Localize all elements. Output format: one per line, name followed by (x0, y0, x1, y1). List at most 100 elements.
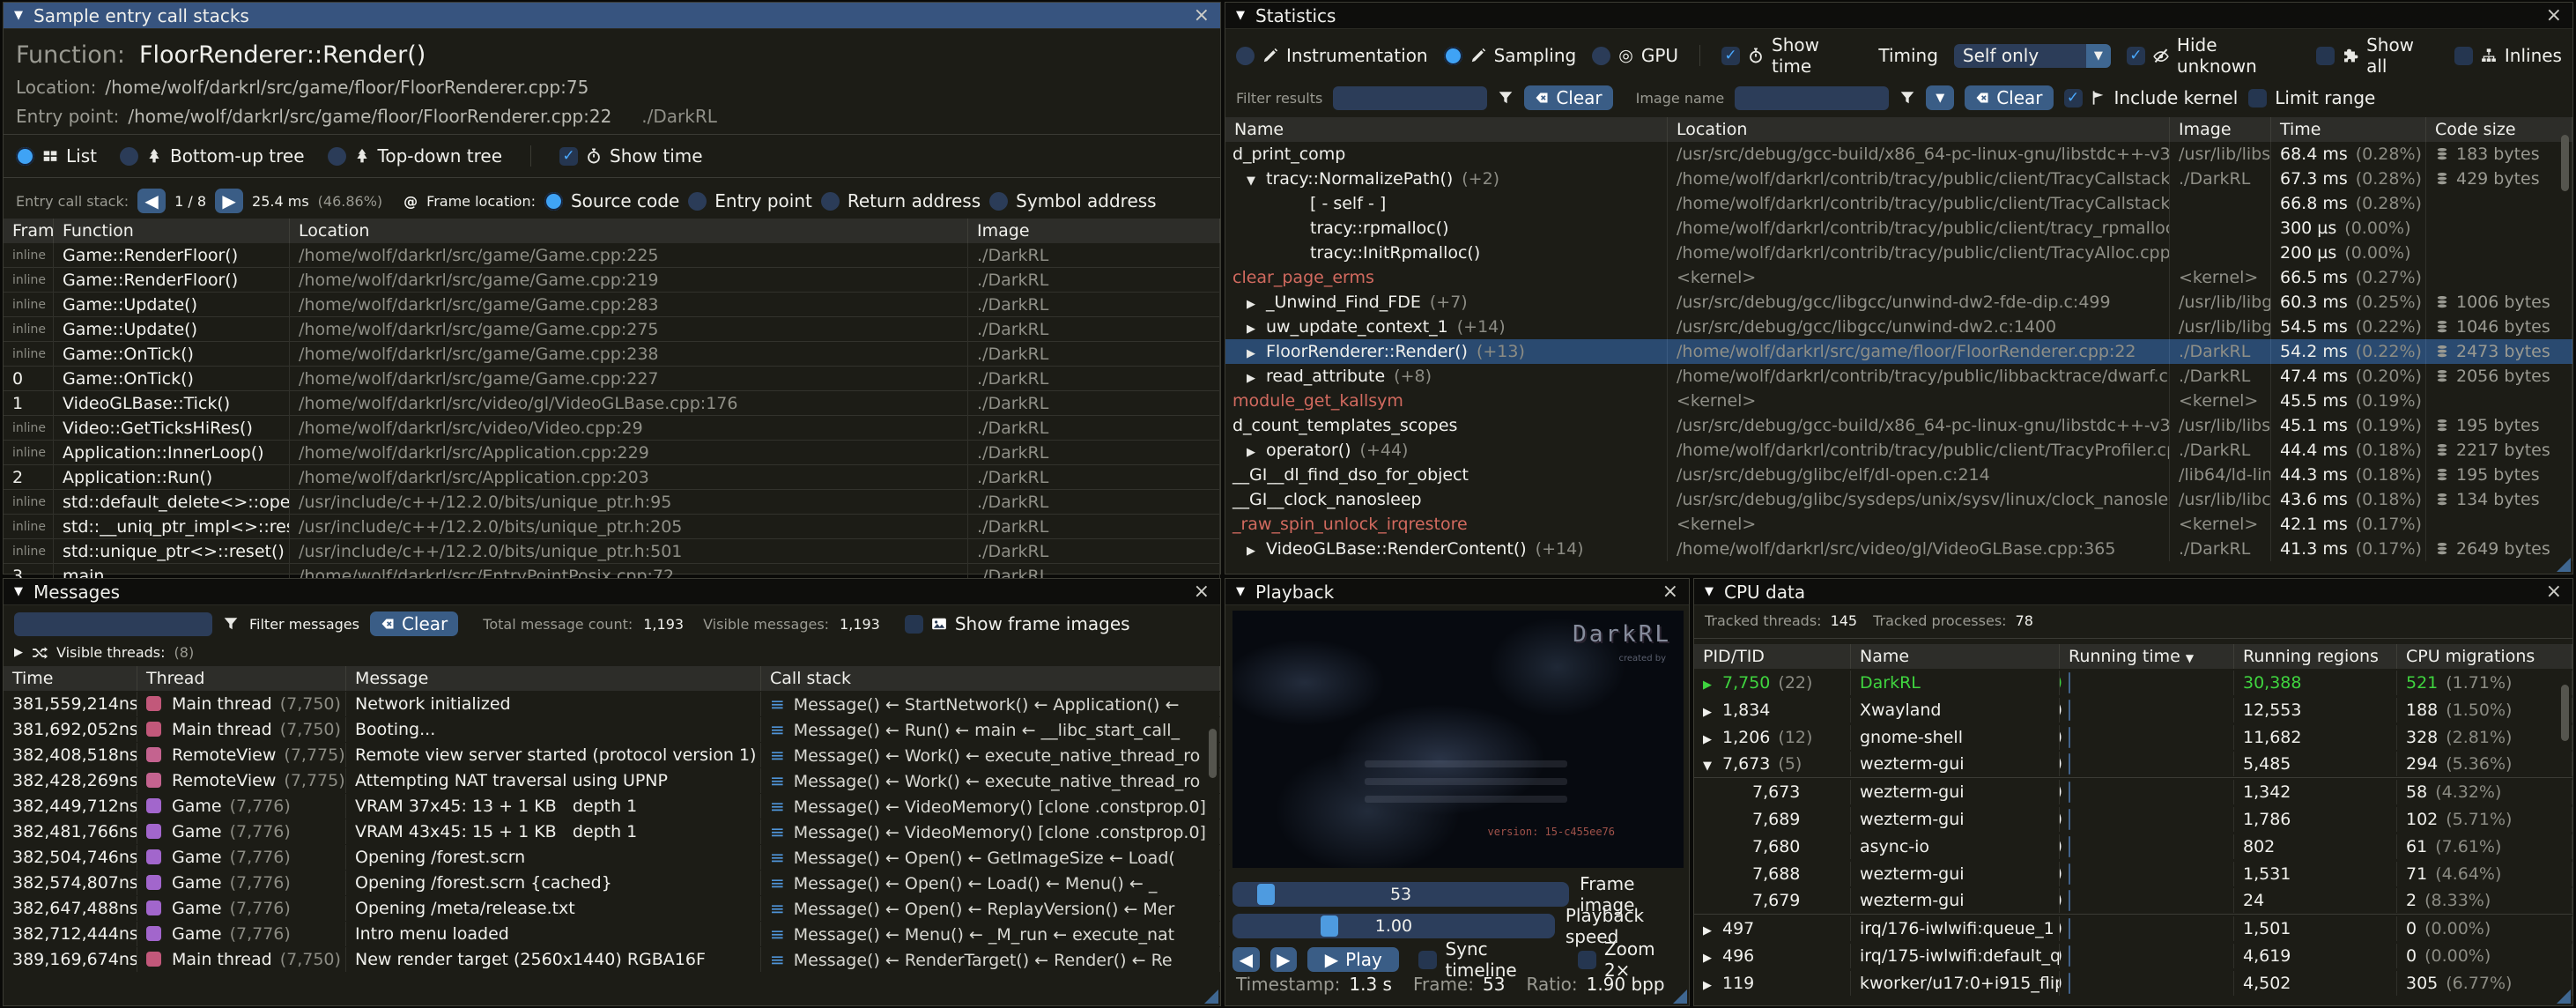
expand-arrow-icon[interactable]: ▶ (1703, 974, 1722, 996)
close-icon[interactable]: × (1194, 6, 1210, 26)
scrollbar-thumb[interactable] (2561, 685, 2569, 741)
message-row[interactable]: 382,408,518ns RemoteView(7,775) Remote v… (4, 742, 1220, 767)
sampling-radio[interactable]: Sampling (1444, 45, 1577, 66)
frameloc-return-radio[interactable]: Return address (821, 190, 981, 211)
message-row[interactable]: 382,481,766ns Game(7,776) VRAM 43x45: 15… (4, 819, 1220, 844)
callstack-row[interactable]: inline std::__uniq_ptr_impl<>::reset() /… (4, 515, 1220, 539)
col-image[interactable]: Image (968, 219, 1220, 243)
stats-row[interactable]: _raw_spin_unlock_irqrestore <kernel> <ke… (1225, 512, 2572, 537)
stats-row[interactable]: d_print_comp /usr/src/debug/gcc-build/x8… (1225, 142, 2572, 167)
stats-row[interactable]: __GI__clock_nanosleep /usr/src/debug/gli… (1225, 487, 2572, 512)
mode-bottom-up-radio[interactable]: Bottom-up tree (120, 145, 305, 167)
stats-row[interactable]: ▶VideoGLBase::RenderContent()(+14) /home… (1225, 537, 2572, 561)
frame-image-slider[interactable]: 53 (1232, 882, 1569, 907)
stats-row[interactable]: ▶uw_update_context_1(+14) /usr/src/debug… (1225, 315, 2572, 339)
expand-arrow-icon[interactable]: ▶ (1703, 700, 1722, 723)
stats-row[interactable]: module_get_kallsym <kernel> <kernel> 45.… (1225, 389, 2572, 413)
stats-row[interactable]: ▼tracy::NormalizePath()(+2) /home/wolf/d… (1225, 167, 2572, 191)
cpu-row[interactable]: 7,679 wezterm-gui 500.94 µs (0.00%) 24 2… (1694, 887, 2572, 915)
callstack-row[interactable]: inline std::unique_ptr<>::reset() /usr/i… (4, 539, 1220, 564)
callstack-row[interactable]: 1 VideoGLBase::Tick() /home/wolf/darkrl/… (4, 391, 1220, 416)
message-row[interactable]: 382,647,488ns Game(7,776) Opening /meta/… (4, 895, 1220, 921)
chevron-down-icon[interactable]: ▼ (2086, 44, 2111, 68)
col-running-time[interactable]: Running time ▼ (2060, 644, 2234, 669)
stats-row[interactable]: clear_page_erms <kernel> <kernel> 66.5 m… (1225, 265, 2572, 290)
image-name-input[interactable] (1735, 86, 1889, 110)
show-frame-images-checkbox[interactable]: Show frame images (905, 613, 1130, 634)
close-icon[interactable]: × (2546, 6, 2562, 26)
col-cpu-migrations[interactable]: CPU migrations (2397, 644, 2572, 669)
funnel-icon[interactable] (1899, 90, 1915, 106)
col-call-stack[interactable]: Call stack (761, 666, 1220, 691)
callstack-row[interactable]: inline Game::Update() /home/wolf/darkrl/… (4, 317, 1220, 342)
message-row[interactable]: 382,712,444ns Game(7,776) Intro menu loa… (4, 921, 1220, 946)
funnel-icon[interactable] (223, 616, 239, 632)
message-row[interactable]: 382,428,269ns RemoteView(7,775) Attempti… (4, 767, 1220, 793)
cpu-row[interactable]: ▶1,206(12) gnome-shell 4.64 s (19.10%) 1… (1694, 723, 2572, 751)
show-time-checkbox[interactable]: ✓Show time (1721, 34, 1862, 77)
frameloc-source-radio[interactable]: Source code (544, 190, 679, 211)
expand-arrow-icon[interactable]: ▶ (1247, 539, 1266, 561)
title-bar[interactable]: ▼ Sample entry call stacks × (4, 3, 1220, 29)
col-thread[interactable]: Thread (137, 666, 346, 691)
expand-arrow-icon[interactable]: ▼ (1703, 754, 1722, 776)
step-forward-button[interactable]: ▶ (1270, 947, 1298, 972)
collapse-icon[interactable]: ▼ (1236, 585, 1245, 598)
clear-filter-button[interactable]: Clear (1524, 85, 1612, 110)
mode-top-down-radio[interactable]: Top-down tree (328, 145, 503, 167)
hide-unknown-checkbox[interactable]: ✓Hide unknown (2127, 34, 2300, 77)
limit-range-checkbox[interactable]: Limit range (2248, 87, 2375, 108)
col-message[interactable]: Message (346, 666, 761, 691)
play-button[interactable]: ▶Play (1307, 947, 1399, 972)
message-row[interactable]: 389,169,674ns Main thread(7,750) New ren… (4, 946, 1220, 972)
call-stack-cell[interactable]: ≡Message() ← VideoMemory() [clone .const… (761, 819, 1220, 844)
clear-image-filter-button[interactable]: Clear (1965, 85, 2053, 110)
call-stack-cell[interactable]: ≡Message() ← RenderTarget() ← Render() ←… (761, 947, 1220, 972)
step-back-button[interactable]: ◀ (1232, 947, 1260, 972)
scrollbar-thumb[interactable] (1209, 729, 1217, 778)
expand-arrow-icon[interactable]: ▶ (1247, 317, 1266, 339)
include-kernel-checkbox[interactable]: ✓Include kernel (2064, 87, 2239, 108)
title-bar[interactable]: ▼ CPU data × (1694, 579, 2572, 605)
resize-grip[interactable] (1673, 989, 1687, 1004)
cpu-row[interactable]: ▶119 kworker/u17:0+i915_flip 127.48 ms (… (1694, 969, 2572, 997)
call-stack-cell[interactable]: ≡Message() ← Open() ← Load() ← Menu() ← … (761, 871, 1220, 895)
expand-arrow-icon[interactable]: ▶ (1703, 946, 1722, 968)
title-bar[interactable]: ▼ Messages × (4, 579, 1220, 605)
timing-select[interactable]: Self only▼ (1954, 44, 2111, 68)
call-stack-cell[interactable]: ≡Message() ← Run() ← main ← __libc_start… (761, 717, 1220, 742)
callstack-row[interactable]: inline Application::InnerLoop() /home/wo… (4, 441, 1220, 465)
next-stack-button[interactable]: ▶ (215, 189, 243, 213)
stats-row[interactable]: ▶operator()(+44) /home/wolf/darkrl/contr… (1225, 438, 2572, 463)
stats-row[interactable]: ▶read_attribute(+8) /home/wolf/darkrl/co… (1225, 364, 2572, 389)
call-stack-cell[interactable]: ≡Message() ← VideoMemory() [clone .const… (761, 794, 1220, 819)
frameloc-entry-radio[interactable]: Entry point (688, 190, 812, 211)
col-time[interactable]: Time (2271, 117, 2426, 142)
cpu-row[interactable]: 7,680 async-io 29.02 ms (0.12%) 802 61(7… (1694, 833, 2572, 860)
col-name[interactable]: Name (1225, 117, 1668, 142)
filter-results-input[interactable] (1333, 86, 1487, 110)
mode-list-radio[interactable]: List (16, 145, 97, 167)
instrumentation-radio[interactable]: Instrumentation (1236, 45, 1428, 66)
message-row[interactable]: 382,449,712ns Game(7,776) VRAM 37x45: 13… (4, 793, 1220, 819)
call-stack-cell[interactable]: ≡Message() ← Menu() ← _M_run ← execute_n… (761, 922, 1220, 946)
callstack-row[interactable]: inline Game::RenderFloor() /home/wolf/da… (4, 268, 1220, 293)
col-pid-tid[interactable]: PID/TID (1694, 644, 1851, 669)
message-row[interactable]: 381,559,214ns Main thread(7,750) Network… (4, 691, 1220, 716)
expand-arrow-icon[interactable]: ▶ (1247, 293, 1266, 315)
expand-arrow-icon[interactable]: ▶ (14, 646, 23, 659)
col-time[interactable]: Time (4, 666, 137, 691)
col-running-regions[interactable]: Running regions (2234, 644, 2397, 669)
expand-arrow-icon[interactable]: ▶ (1703, 919, 1722, 941)
cpu-row[interactable]: ▶1,834 Xwayland 9.57 s (39.44%) 12,553 1… (1694, 696, 2572, 723)
stats-row[interactable]: tracy::InitRpmalloc() /home/wolf/darkrl/… (1225, 241, 2572, 265)
cpu-row[interactable]: 7,688 wezterm-gui 28.93 ms (0.12%) 1,531… (1694, 860, 2572, 887)
cpu-row[interactable]: ▼7,673(5) wezterm-gui 2.15 s (8.86%) 5,4… (1694, 751, 2572, 778)
stats-row[interactable]: d_count_templates_scopes /usr/src/debug/… (1225, 413, 2572, 438)
gpu-radio[interactable]: ◎GPU (1592, 45, 1678, 66)
col-function[interactable]: Function (54, 219, 290, 243)
callstack-row[interactable]: inline Video::GetTicksHiRes() /home/wolf… (4, 416, 1220, 441)
callstack-row[interactable]: inline std::default_delete<>::operator()… (4, 490, 1220, 515)
expand-arrow-icon[interactable]: ▼ (1247, 169, 1266, 191)
expand-arrow-icon[interactable]: ▶ (1247, 342, 1266, 364)
